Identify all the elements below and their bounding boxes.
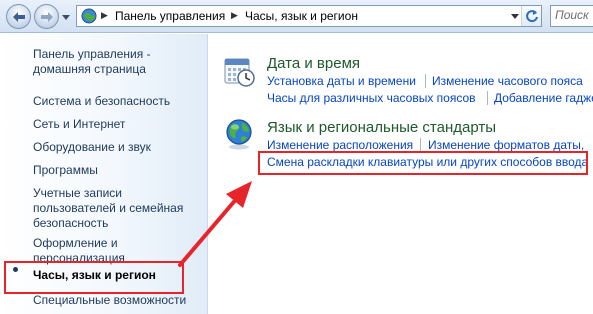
- red-arrow-icon: [178, 181, 252, 267]
